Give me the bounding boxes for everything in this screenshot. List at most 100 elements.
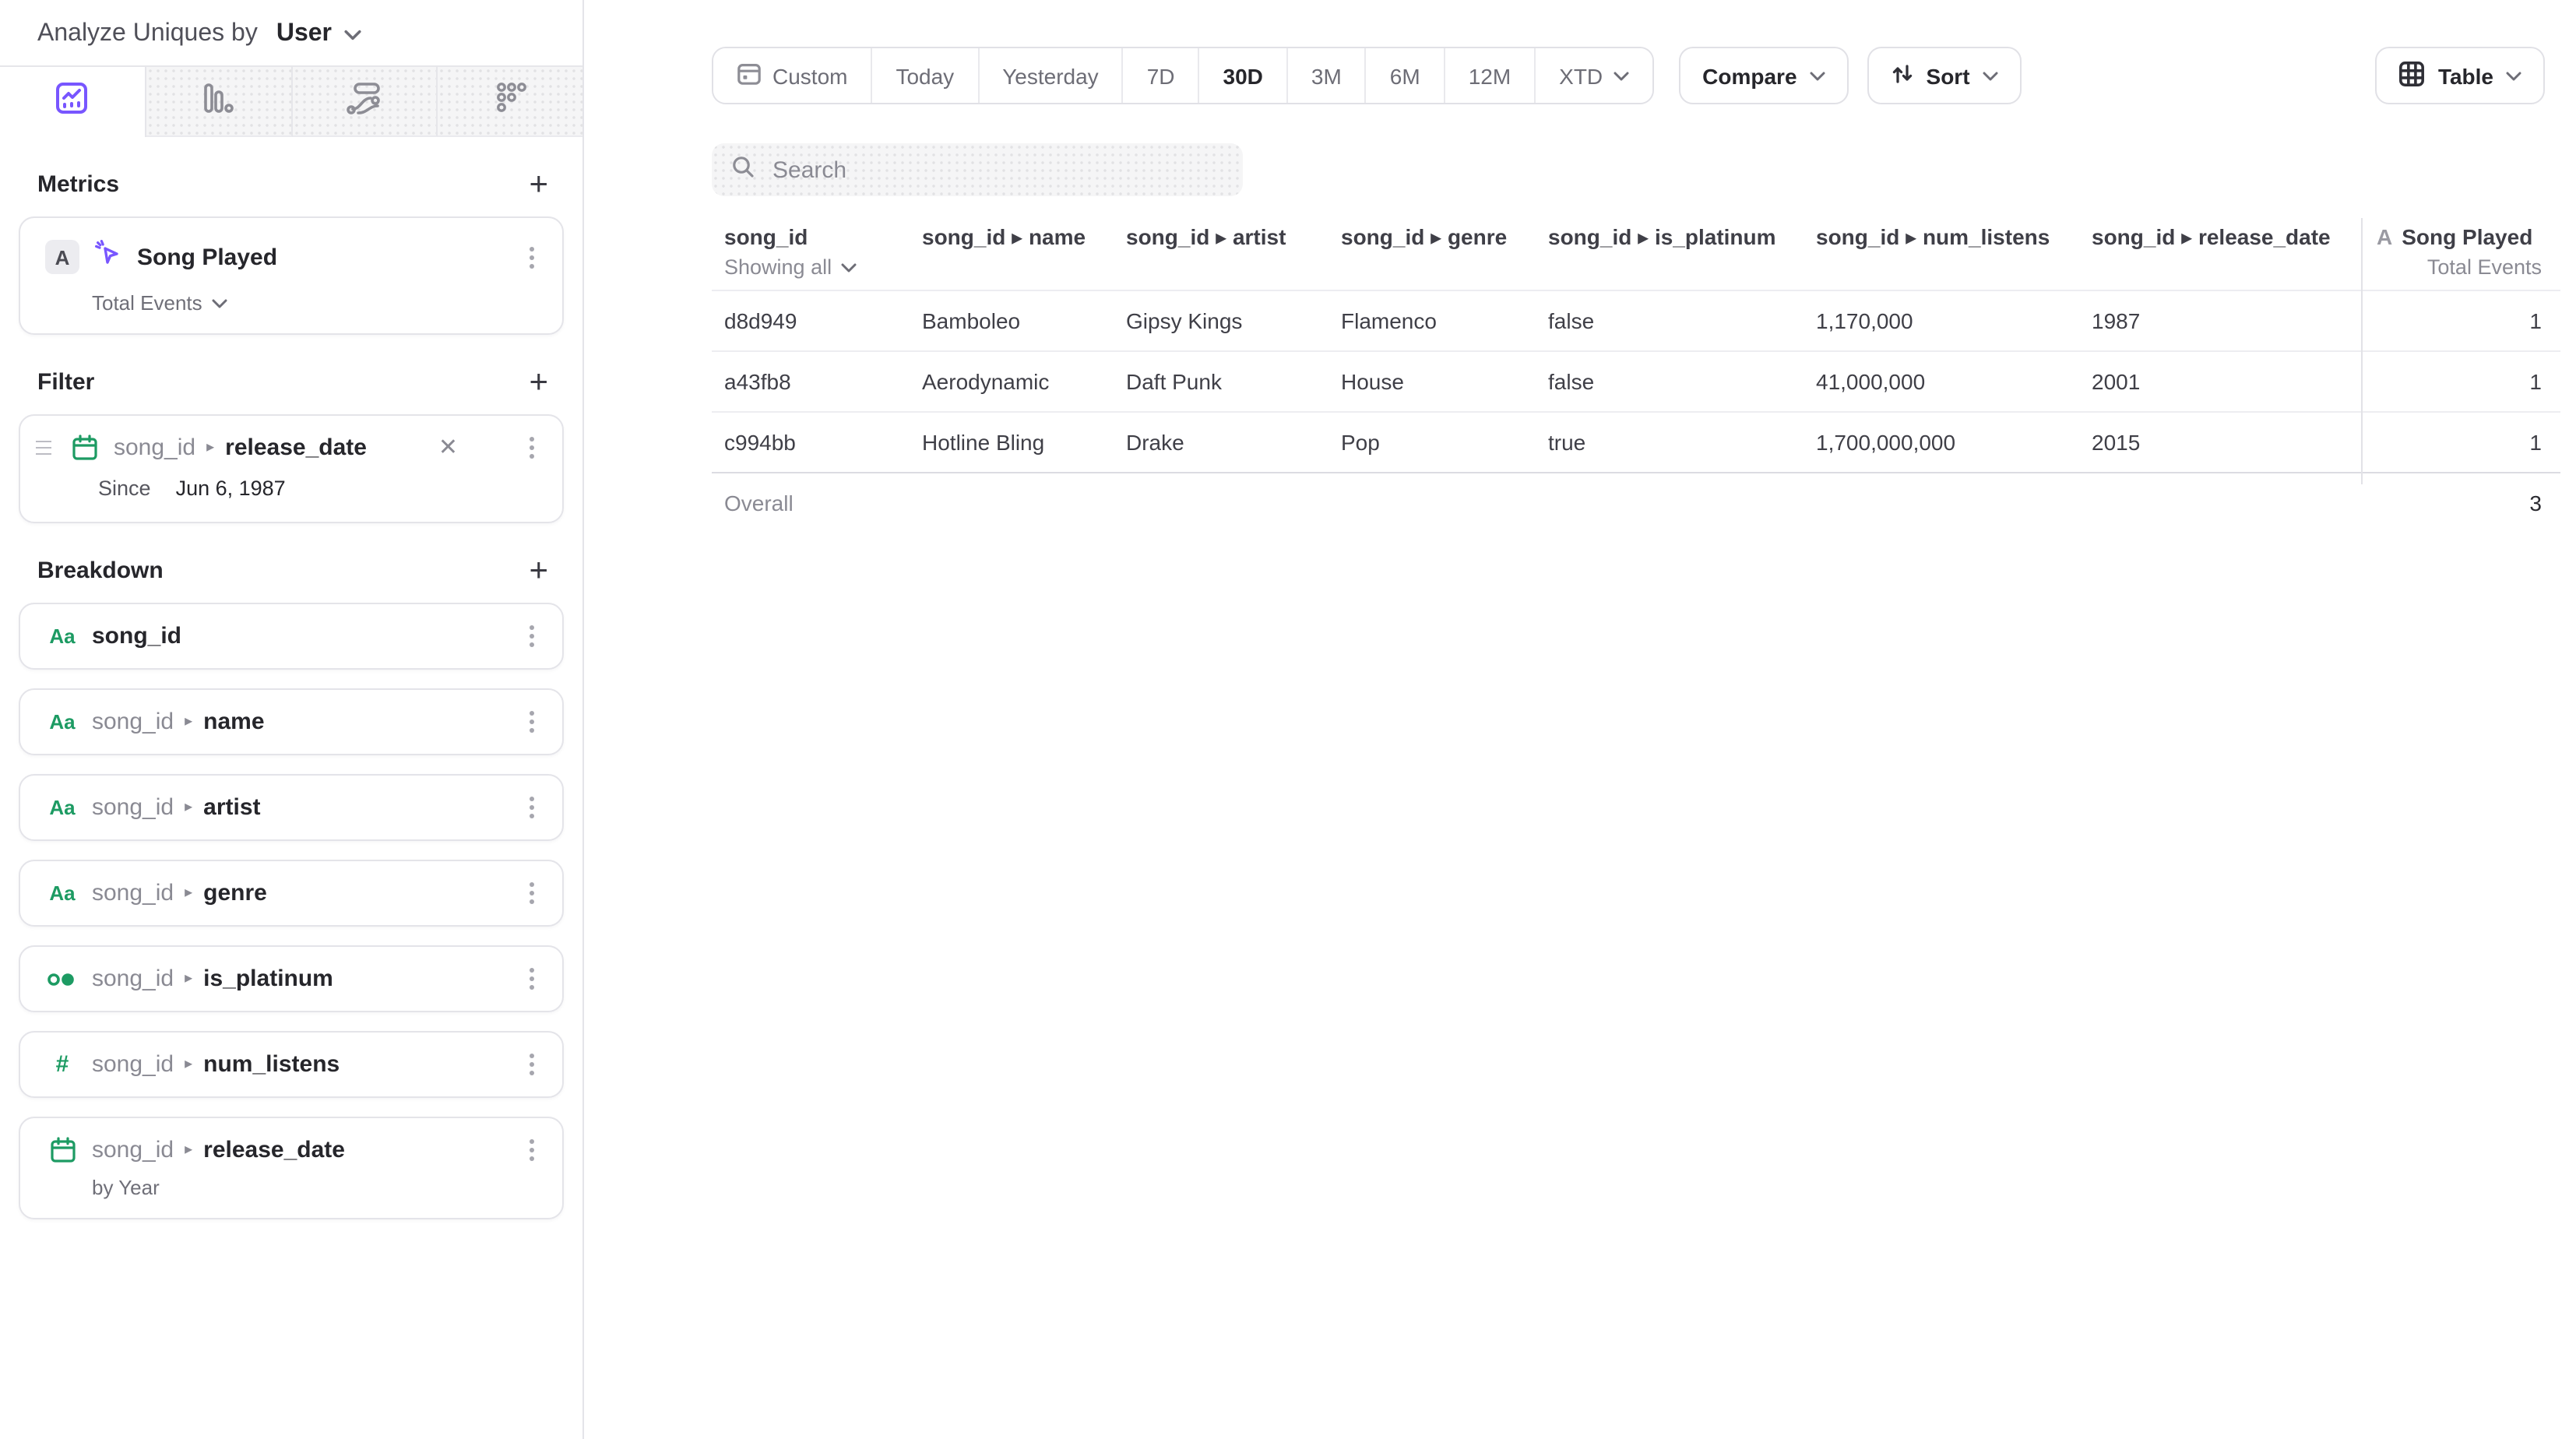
date-range-xtd[interactable]: XTD <box>1536 48 1652 103</box>
breakdown-kebab-menu[interactable] <box>530 891 534 895</box>
search-input[interactable] <box>769 155 1224 185</box>
breadcrumb-arrow-icon: ▸ <box>185 799 192 816</box>
cell-name: Hotline Bling <box>922 430 1126 455</box>
showing-all-dropdown[interactable]: Showing all <box>724 255 922 279</box>
column-header[interactable]: song_id ▸ num_listens <box>1816 223 2092 250</box>
breakdown-kebab-menu[interactable] <box>530 976 534 981</box>
breakdown-date-unit-dropdown[interactable]: by Year <box>92 1176 544 1199</box>
tab-funnel-dots[interactable] <box>438 67 583 137</box>
table-row[interactable]: d8d949 Bamboleo Gipsy Kings Flamenco fal… <box>712 290 2560 350</box>
metric-event-name: Song Played <box>137 244 277 270</box>
filter-kebab-menu[interactable] <box>530 445 534 450</box>
metric-column-header[interactable]: ASong Played <box>2349 224 2560 249</box>
date-range-30d[interactable]: 30D <box>1200 48 1288 103</box>
date-range-label: 30D <box>1223 63 1263 88</box>
date-range-custom[interactable]: Custom <box>713 48 872 103</box>
dots-grid-icon <box>491 79 529 124</box>
analyze-entity-dropdown[interactable]: User <box>276 20 332 48</box>
number-property-icon: # <box>45 1051 79 1078</box>
chevron-down-icon <box>212 298 227 308</box>
showing-all-label: Showing all <box>724 255 832 279</box>
breakdown-kebab-menu[interactable] <box>530 1062 534 1067</box>
text-property-icon: Aa <box>45 710 79 734</box>
sort-button[interactable]: Sort <box>1867 47 2022 104</box>
date-range-today[interactable]: Today <box>872 48 979 103</box>
metric-card[interactable]: A Song Played Total Events <box>19 216 564 335</box>
metric-column-divider <box>2361 218 2363 484</box>
date-range-control: Custom Today Yesterday 7D 30D 3M 6M 12M … <box>712 47 1654 104</box>
report-toolbar: Custom Today Yesterday 7D 30D 3M 6M 12M … <box>712 47 2545 104</box>
breakdown-card[interactable]: # song_id ▸ num_listens <box>19 1031 564 1098</box>
breakdown-kebab-menu[interactable] <box>530 634 534 639</box>
metric-name: Song Played <box>2402 224 2532 249</box>
date-range-3m[interactable]: 3M <box>1288 48 1367 103</box>
column-header[interactable]: song_id ▸ release_date <box>2092 223 2349 250</box>
column-header[interactable]: song_id ▸ artist <box>1126 223 1341 250</box>
breakdown-kebab-menu[interactable] <box>530 1148 534 1152</box>
chevron-down-icon <box>1810 71 1825 80</box>
add-metric-button[interactable]: + <box>529 172 548 197</box>
filter-operator-dropdown[interactable]: Since <box>98 477 151 500</box>
cell-song-id: c994bb <box>724 430 922 455</box>
breakdown-title: Breakdown <box>37 558 164 584</box>
breakdown-kebab-menu[interactable] <box>530 720 534 724</box>
table-grid-icon <box>2399 60 2426 91</box>
cell-artist: Gipsy Kings <box>1126 308 1341 333</box>
cell-name: Bamboleo <box>922 308 1126 333</box>
breakdown-card[interactable]: Aa song_id ▸ artist <box>19 774 564 841</box>
results-table: song_id song_id ▸ name song_id ▸ artist … <box>712 218 2560 533</box>
query-builder-sidebar: Analyze Uniques by User <box>0 0 584 1439</box>
column-header[interactable]: song_id ▸ name <box>922 223 1126 250</box>
cell-artist: Drake <box>1126 430 1341 455</box>
chart-view-button[interactable]: Table <box>2376 47 2545 104</box>
breakdown-card[interactable]: Aa song_id ▸ name <box>19 688 564 755</box>
breakdown-card[interactable]: Aa song_id <box>19 603 564 670</box>
metric-aggregation-label: Total Events <box>92 291 202 315</box>
breadcrumb-arrow-icon: ▸ <box>185 970 192 987</box>
table-row[interactable]: c994bb Hotline Bling Drake Pop true 1,70… <box>712 411 2560 472</box>
tab-bar-chart[interactable] <box>146 67 293 137</box>
calendar-icon <box>67 435 101 461</box>
filter-value[interactable]: Jun 6, 1987 <box>176 477 286 500</box>
cell-is-platinum: false <box>1548 308 1816 333</box>
filter-card[interactable]: song_id ▸ release_date ✕ Since Jun 6, 19… <box>19 414 564 523</box>
metric-aggregation-dropdown[interactable]: Total Events <box>92 291 544 315</box>
date-range-7d[interactable]: 7D <box>1124 48 1200 103</box>
breakdown-prefix: song_id <box>92 709 174 735</box>
column-header[interactable]: song_id ▸ is_platinum <box>1548 223 1816 250</box>
column-header[interactable]: song_id <box>724 224 922 249</box>
breakdown-card[interactable]: song_id ▸ release_date by Year <box>19 1117 564 1219</box>
date-range-12m[interactable]: 12M <box>1445 48 1536 103</box>
date-range-label: Today <box>896 63 954 88</box>
breakdown-property: artist <box>203 794 260 821</box>
drag-handle-icon[interactable] <box>36 447 51 449</box>
compare-button[interactable]: Compare <box>1679 47 1848 104</box>
metrics-title: Metrics <box>37 171 119 198</box>
add-breakdown-button[interactable]: + <box>529 558 548 583</box>
view-label: Table <box>2438 63 2493 88</box>
remove-filter-icon[interactable]: ✕ <box>438 436 458 459</box>
cell-num-listens: 1,170,000 <box>1816 308 2092 333</box>
tab-flows[interactable] <box>292 67 438 137</box>
add-filter-button[interactable]: + <box>529 370 548 395</box>
tab-insights-line[interactable] <box>0 67 146 137</box>
date-range-yesterday[interactable]: Yesterday <box>979 48 1124 103</box>
calendar-icon <box>45 1137 79 1163</box>
metric-kebab-menu[interactable] <box>530 255 534 259</box>
cell-name: Aerodynamic <box>922 369 1126 394</box>
cell-genre: Flamenco <box>1341 308 1548 333</box>
breakdown-property: genre <box>203 880 267 906</box>
analyze-header: Analyze Uniques by User <box>0 0 582 65</box>
breakdown-card[interactable]: Aa song_id ▸ genre <box>19 860 564 927</box>
column-header[interactable]: song_id ▸ genre <box>1341 223 1548 250</box>
date-range-label: 12M <box>1469 63 1511 88</box>
breadcrumb-arrow-icon: ▸ <box>185 1056 192 1073</box>
breakdown-card[interactable]: song_id ▸ is_platinum <box>19 945 564 1012</box>
chevron-down-icon <box>841 262 857 272</box>
breakdown-kebab-menu[interactable] <box>530 805 534 810</box>
filter-title: Filter <box>37 369 94 396</box>
table-row[interactable]: a43fb8 Aerodynamic Daft Punk House false… <box>712 350 2560 411</box>
date-range-6m[interactable]: 6M <box>1367 48 1445 103</box>
insights-report: Analyze Uniques by User <box>0 0 2576 1439</box>
metric-subtitle: Total Events <box>2349 255 2560 279</box>
